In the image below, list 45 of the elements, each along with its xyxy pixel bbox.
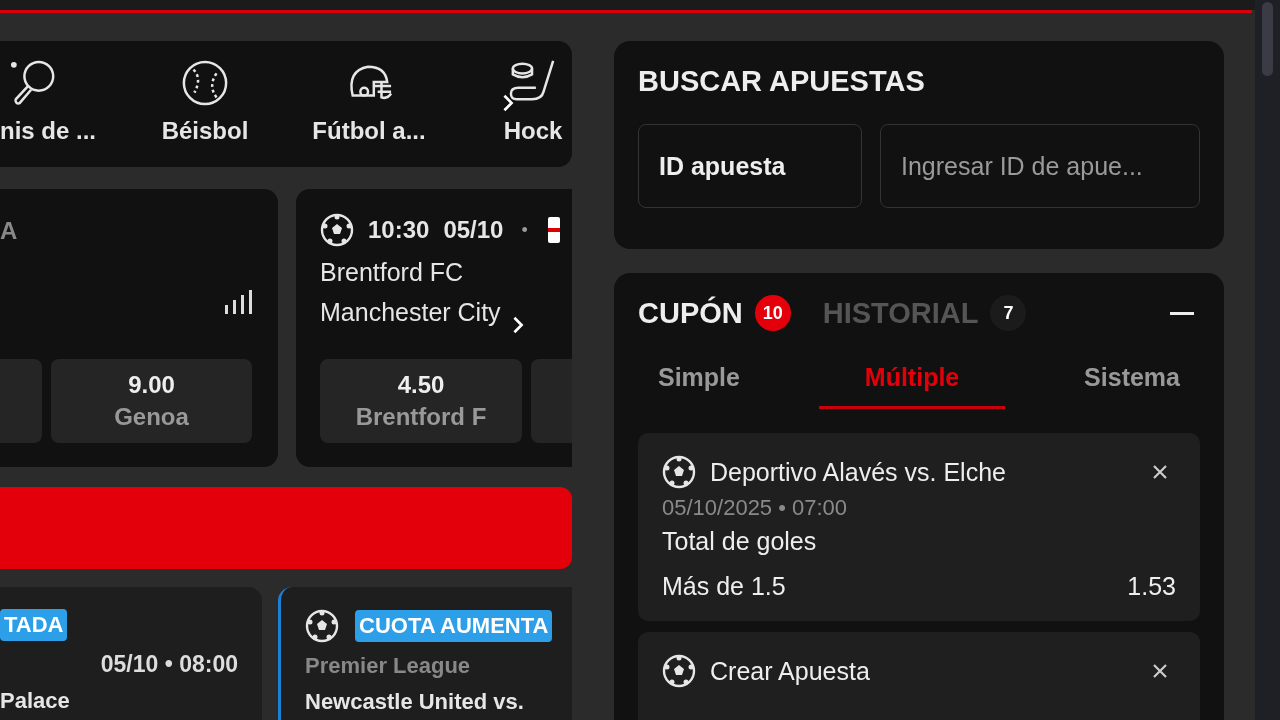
match-datetime: 05/10 • 08:00 (100, 651, 238, 678)
market-name: Total de goles (662, 527, 818, 556)
bet-id-input[interactable]: Ingresar ID de apue... (880, 124, 1200, 208)
soccer-ball-icon (662, 654, 696, 688)
count-badge: 7 (990, 295, 1027, 331)
match-datetime: 05/10/2025 • 07:00 (662, 495, 849, 521)
odds-button[interactable]: 4.50 Brentford F (320, 359, 522, 443)
team-name: Manchester City (320, 297, 501, 327)
baseball-icon (181, 59, 229, 107)
separator-dot: • (521, 219, 528, 241)
match-date: 05/10 (443, 216, 504, 244)
sport-tab[interactable]: Hock (458, 41, 572, 167)
soccer-ball-icon (320, 213, 354, 247)
team-name: Newcastle United vs. (305, 689, 525, 715)
odds-value: 1.53 (1127, 572, 1176, 601)
league-name: A (0, 217, 18, 245)
flag-icon (547, 217, 560, 243)
stats-bars-icon (224, 289, 254, 315)
minus-icon (1170, 311, 1194, 315)
odds-button[interactable]: 9.00 Genoa (51, 359, 252, 443)
boosted-odds-badge: TADA (0, 609, 68, 641)
sport-tab[interactable]: Fútbol a... (294, 41, 444, 167)
boosted-odds-badge: CUOTA AUMENTA (355, 610, 553, 642)
bet-type-tab[interactable]: Simple (638, 355, 760, 409)
id-type-field[interactable]: ID apuesta (638, 124, 862, 208)
bet-type-tab[interactable]: Sistema (1064, 355, 1200, 409)
scrollbar[interactable] (1255, 0, 1280, 720)
sport-tab[interactable]: Béisbol (130, 41, 280, 167)
section-title: BUSCAR APUESTAS (638, 65, 926, 98)
close-icon[interactable] (1152, 464, 1168, 480)
close-icon[interactable] (1152, 663, 1168, 679)
soccer-ball-icon (305, 609, 339, 643)
team-name: Brentford FC (320, 257, 464, 287)
bet-type-tab[interactable]: Múltiple (818, 355, 1006, 409)
match-name: Crear Apuesta (710, 656, 870, 686)
sport-tab[interactable]: nis de ... (0, 41, 116, 167)
betslip-tab[interactable]: CUPÓN (638, 296, 743, 330)
scrollbar-thumb[interactable] (1262, 2, 1273, 76)
soccer-ball-icon (662, 455, 696, 489)
count-badge: 10 (754, 295, 791, 331)
league-name: Premier League (305, 653, 472, 679)
team-name: Palace (0, 688, 71, 714)
bet-pick: Más de 1.5 (662, 572, 786, 601)
match-name: Deportivo Alavés vs. Elche (710, 457, 1006, 487)
match-time: 10:30 (368, 216, 430, 244)
